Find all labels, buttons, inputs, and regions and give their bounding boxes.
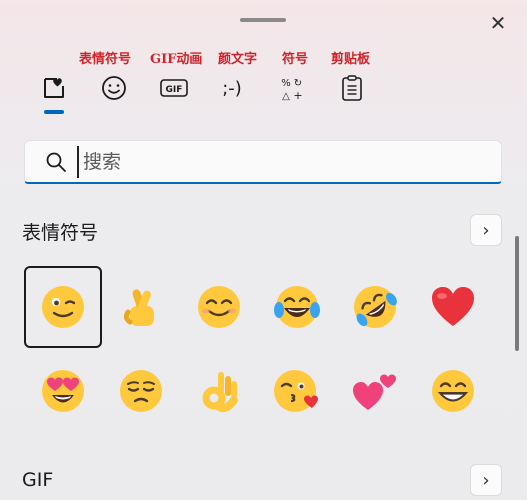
more-gif-button[interactable]: › — [470, 464, 502, 496]
scrollbar[interactable] — [515, 236, 519, 351]
tab-clipboard[interactable] — [334, 70, 370, 106]
close-button[interactable]: ✕ — [487, 11, 509, 35]
clipboard-icon — [342, 75, 362, 101]
emoji-winking-face[interactable] — [24, 266, 102, 348]
emoji-smiling-face[interactable] — [180, 266, 258, 348]
tab-kaomoji[interactable]: ;-) — [214, 70, 250, 106]
crossed-fingers-icon — [123, 289, 154, 326]
emoji-beaming-face[interactable] — [414, 350, 492, 432]
emoji-ok-hand[interactable] — [180, 350, 258, 432]
emoji-rolling-laughing[interactable] — [336, 266, 414, 348]
heart-sticker-icon — [44, 78, 64, 98]
tab-label-gif: GIF动画 — [150, 52, 203, 67]
more-emoji-button[interactable]: › — [470, 214, 502, 246]
emoji-two-hearts[interactable] — [336, 350, 414, 432]
emoji-heart-eyes[interactable] — [24, 350, 102, 432]
blowing-kiss-icon — [274, 370, 318, 412]
emoji-crossed-fingers[interactable] — [102, 266, 180, 348]
tears-of-joy-icon — [274, 286, 320, 328]
tab-label-symbols: 符号 — [282, 52, 309, 67]
tab-gif[interactable] — [96, 70, 132, 106]
relieved-face-icon — [120, 370, 162, 412]
svg-text:+: + — [293, 89, 302, 102]
kaomoji-icon: ;-) — [222, 77, 242, 99]
active-tab-indicator — [44, 110, 64, 114]
symbols-icon: % ↻ △ + — [281, 78, 302, 102]
rolling-laughing-icon — [354, 286, 397, 328]
gif-icon-text: GIF — [166, 85, 183, 95]
tab-symbols[interactable]: % ↻ △ + — [274, 70, 310, 106]
close-icon: ✕ — [489, 11, 507, 35]
tab-emoji[interactable] — [36, 70, 72, 106]
drag-handle[interactable] — [240, 18, 286, 22]
svg-text:%: % — [281, 78, 291, 89]
svg-text:↻: ↻ — [294, 78, 302, 89]
section-title-emoji: 表情符号 — [22, 222, 99, 244]
tab-label-kaomoji: 颜文字 — [218, 52, 258, 67]
chevron-right-icon: › — [482, 219, 490, 241]
tab-gif-images[interactable]: GIF — [156, 70, 192, 106]
section-title-gif: GIF — [22, 469, 54, 491]
emoji-red-heart[interactable] — [414, 266, 492, 348]
beaming-face-icon — [432, 370, 474, 412]
smiley-icon — [102, 76, 126, 100]
svg-text:△: △ — [282, 91, 290, 102]
emoji-blowing-kiss[interactable] — [258, 350, 336, 432]
heart-eyes-icon — [42, 370, 84, 412]
emoji-tears-of-joy[interactable] — [258, 266, 336, 348]
chevron-right-icon: › — [482, 469, 490, 491]
tab-label-clipboard: 剪贴板 — [331, 52, 371, 67]
smiling-face-icon — [198, 286, 240, 328]
search-icon — [46, 152, 66, 172]
tab-label-emoji: 表情符号 — [79, 52, 132, 67]
gif-icon: GIF — [160, 79, 188, 97]
search-box[interactable] — [24, 140, 502, 184]
two-hearts-icon — [353, 374, 396, 410]
search-input[interactable] — [77, 145, 465, 178]
red-heart-icon — [432, 287, 474, 326]
ok-hand-icon — [202, 372, 238, 412]
winking-face-icon — [42, 286, 84, 328]
emoji-relieved-face[interactable] — [102, 350, 180, 432]
